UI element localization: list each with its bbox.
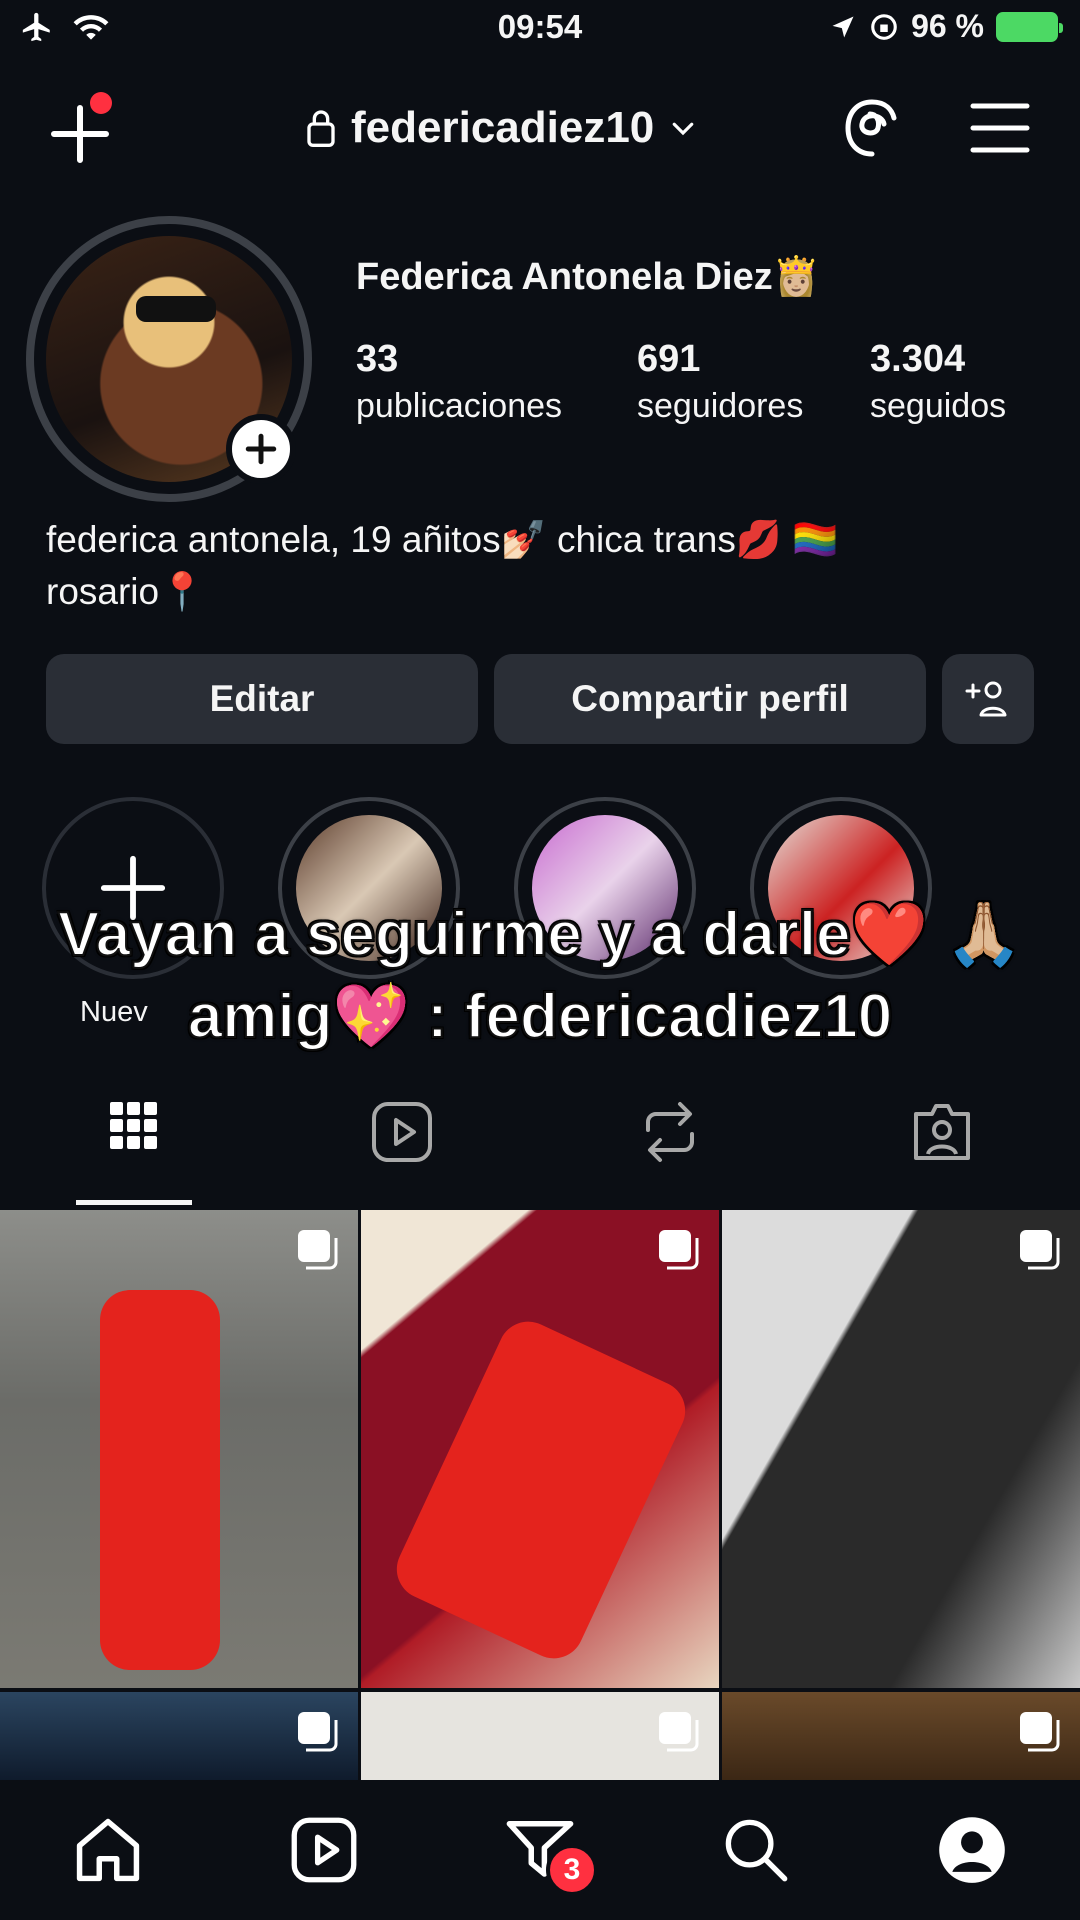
nav-reels[interactable] [284, 1810, 364, 1890]
nav-activity[interactable]: 3 [500, 1810, 598, 1896]
notification-dot [90, 92, 112, 114]
tab-reposts[interactable] [620, 1100, 720, 1164]
add-person-icon [965, 681, 1007, 717]
post-thumbnail[interactable] [722, 1692, 1080, 1782]
post-thumbnail[interactable] [0, 1210, 358, 1688]
bio: federica antonela, 19 añitos💅🏻 chica tra… [46, 514, 1046, 618]
post-photo-detail [386, 1311, 696, 1669]
post-photo-detail [100, 1290, 220, 1670]
posts-label: publicaciones [356, 387, 563, 425]
followers-count: 691 [637, 338, 701, 380]
lock-icon [307, 110, 335, 147]
edit-profile-button[interactable]: Editar [46, 654, 478, 744]
threads-icon [845, 99, 897, 157]
post-thumbnail[interactable] [0, 1692, 358, 1782]
reels-icon [372, 1102, 432, 1162]
create-plus-button[interactable] [48, 92, 120, 164]
tab-reels[interactable] [352, 1100, 452, 1164]
post-thumbnail[interactable] [361, 1692, 719, 1782]
post-thumbnail[interactable] [722, 1210, 1080, 1688]
search-icon [725, 1819, 788, 1882]
add-story-button[interactable] [226, 414, 296, 484]
carousel-icon [1020, 1712, 1060, 1752]
menu-icon [970, 103, 1030, 153]
chevron-down-icon [672, 122, 694, 136]
overlay-caption: amig💖 : federicadiez10 [187, 981, 893, 1052]
reels-icon [291, 1817, 357, 1883]
location-icon [832, 16, 854, 37]
bio-line: federica antonela, 19 añitos💅🏻 chica tra… [46, 519, 839, 560]
followers-stat[interactable]: 691 seguidores [637, 338, 803, 426]
account-switcher[interactable]: federicadiez10 [305, 96, 698, 160]
username: federicadiez10 [351, 103, 655, 152]
threads-button[interactable] [840, 96, 904, 160]
carousel-icon [298, 1712, 338, 1752]
nav-home[interactable] [68, 1810, 148, 1890]
profile-icon [939, 1817, 1005, 1883]
tab-tagged[interactable] [892, 1100, 992, 1164]
notification-badge: 3 [546, 1844, 598, 1896]
followers-label: seguidores [637, 387, 804, 425]
tab-posts-grid[interactable] [84, 1100, 184, 1152]
post-thumbnail[interactable] [361, 1210, 719, 1688]
status-bar: 09:54 96 % [0, 0, 1080, 60]
posts-stat[interactable]: 33 publicaciones [356, 338, 562, 426]
status-right: 96 % [829, 8, 1063, 45]
menu-button[interactable] [970, 100, 1030, 156]
display-name: Federica Antonela Diez👸🏼 [356, 256, 821, 298]
tagged-icon [914, 1104, 970, 1160]
carousel-icon [298, 1230, 338, 1270]
battery-percent: 96 % [911, 8, 984, 44]
carousel-icon [1020, 1230, 1060, 1270]
active-tab-indicator [76, 1200, 192, 1205]
overlay-caption: Vayan a seguirme y a darle❤️ 🙏🏼 [57, 899, 1023, 970]
home-icon [76, 1818, 140, 1882]
lock-rotation-icon [871, 13, 897, 40]
following-label: seguidos [870, 387, 1007, 425]
following-stat[interactable]: 3.304 seguidos [870, 338, 1006, 426]
grid-icon [110, 1102, 157, 1149]
avatar-photo-detail [136, 296, 216, 322]
carousel-icon [659, 1712, 699, 1752]
carousel-icon [659, 1230, 699, 1270]
battery-charging-icon [996, 11, 1063, 42]
reposts-icon [646, 1102, 694, 1162]
share-profile-button[interactable]: Compartir perfil [494, 654, 926, 744]
nav-search[interactable] [716, 1810, 796, 1890]
bio-line: rosario📍 [46, 571, 206, 612]
following-count: 3.304 [870, 338, 966, 380]
posts-count: 33 [356, 338, 399, 380]
plus-icon [245, 433, 277, 465]
discover-people-button[interactable] [942, 654, 1034, 744]
nav-profile[interactable] [932, 1810, 1012, 1890]
bottom-navigation: 3 [0, 1780, 1080, 1920]
